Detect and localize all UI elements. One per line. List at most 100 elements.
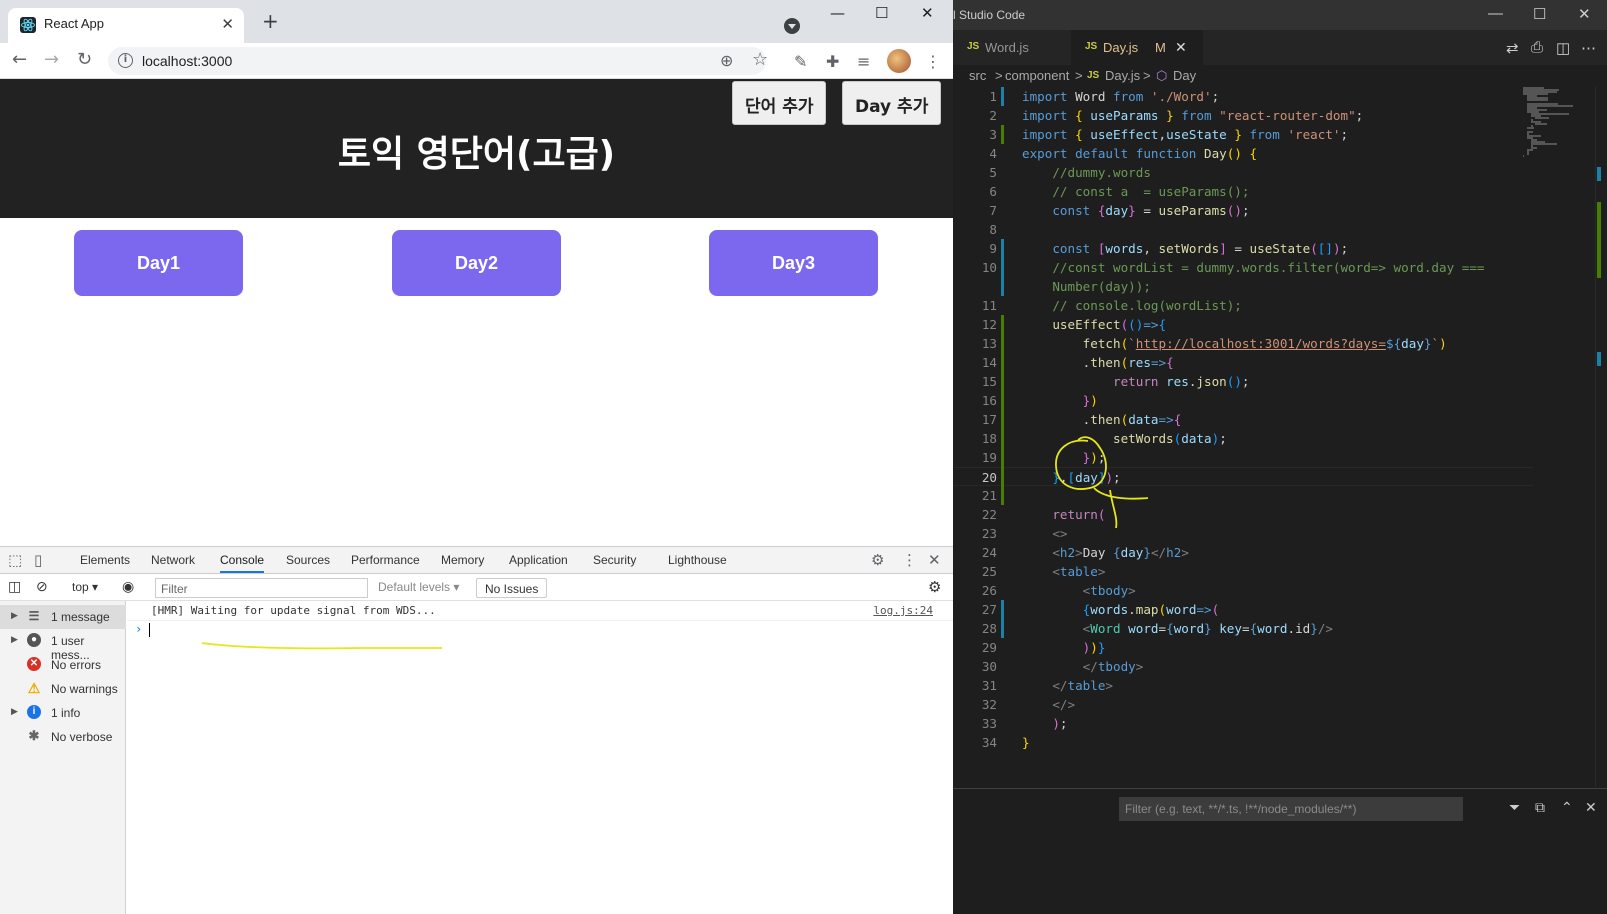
profile-avatar[interactable] [887,49,911,73]
more-options-icon[interactable]: ⋮ [902,551,917,569]
reload-icon[interactable]: ↻ [77,49,92,70]
tab-application[interactable]: Application [509,553,568,567]
code-line[interactable]: 6 // const a = useParams(); [953,182,1533,201]
tab-performance[interactable]: Performance [351,553,420,567]
maximize-button[interactable]: ☐ [1533,5,1546,23]
tab-security[interactable]: Security [593,553,636,567]
breadcrumb-src[interactable]: src [969,68,986,83]
menu-kebab-icon[interactable]: ⋮ [925,52,941,71]
code-line[interactable]: 14 .then(res=>{ [953,353,1533,372]
zoom-icon[interactable]: ⊕ [720,51,733,70]
code-line[interactable]: 12 useEffect(()=>{ [953,315,1533,334]
code-line[interactable]: 21 [953,486,1533,505]
code-line[interactable]: 28 <Word word={word} key={word.id}/> [953,619,1533,638]
back-icon[interactable]: ← [12,49,27,70]
tab-word-js[interactable]: JS Word.js [953,30,1071,65]
minimize-button[interactable]: — [830,4,845,22]
log-levels-dropdown[interactable]: Default levels ▾ [378,580,459,594]
collapse-all-icon[interactable]: ⧉ [1535,799,1545,816]
code-line[interactable]: 9 const [words, setWords] = useState([])… [953,239,1533,258]
minimap[interactable] [1523,87,1603,157]
day-link-1[interactable]: Day1 [74,230,243,296]
extensions-puzzle-icon[interactable]: ✚ [826,52,839,71]
breadcrumb-symbol[interactable]: Day [1173,68,1196,83]
new-tab-button[interactable]: + [262,11,279,31]
url-text[interactable]: localhost:3000 [142,53,232,69]
browser-tab[interactable]: React App ✕ [8,8,244,43]
code-line[interactable]: 22 return( [953,505,1533,524]
more-actions-icon[interactable]: ⋯ [1581,39,1596,57]
sidebar-item-messages[interactable]: ▶ ☰ 1 message [0,605,126,629]
context-selector[interactable]: top ▾ [72,580,98,594]
code-line[interactable]: 2 import { useParams } from "react-router… [953,106,1533,125]
breadcrumb-file[interactable]: Day.js [1105,68,1140,83]
code-line[interactable]: 18 setWords(data); [953,429,1533,448]
sidebar-item-verbose[interactable]: ✱ No verbose [0,725,126,749]
code-line[interactable]: 15 return res.json(); [953,372,1533,391]
sidebar-item-info[interactable]: ▶ i 1 info [0,701,126,725]
code-line[interactable]: 10 //const wordList = dummy.words.filter… [953,258,1533,277]
add-word-button[interactable]: 단어 추가 [732,81,827,125]
code-line[interactable]: 5 //dummy.words [953,163,1533,182]
sidebar-item-user-messages[interactable]: ▶ ● 1 user mess... [0,629,126,662]
add-day-button[interactable]: Day 추가 [842,81,942,125]
code-line[interactable]: 7 const {day} = useParams(); [953,201,1533,220]
console-input[interactable] [149,623,150,637]
print-icon[interactable]: ⎙ [1531,39,1543,56]
inspect-element-icon[interactable]: ⬚ [8,551,22,569]
editor-scrollbar[interactable] [1595,87,1603,787]
forward-icon[interactable]: → [44,49,59,70]
expand-arrow-icon[interactable]: ▶ [11,634,18,645]
tab-lighthouse[interactable]: Lighthouse [668,553,727,567]
tab-console[interactable]: Console [220,553,265,573]
sidebar-toggle-icon[interactable]: ◫ [8,578,21,595]
maximize-panel-icon[interactable]: ⌃ [1561,799,1573,816]
code-line[interactable]: 16 }) [953,391,1533,410]
tab-sources[interactable]: Sources [286,553,330,567]
close-devtools-icon[interactable]: ✕ [928,551,941,569]
settings-gear-icon[interactable]: ⚙ [871,551,884,569]
media-control-icon[interactable]: ≡ [857,52,870,71]
device-toolbar-icon[interactable]: ▯ [34,551,42,569]
minimize-button[interactable]: — [1488,5,1503,22]
tab-day-js[interactable]: JS Day.js M ✕ [1071,30,1203,65]
code-line[interactable]: 32 </> [953,695,1533,714]
code-line[interactable]: 3 import { useEffect,useState } from 'rea… [953,125,1533,144]
code-line[interactable]: 19 }); [953,448,1533,467]
expand-arrow-icon[interactable]: ▶ [11,706,18,717]
day-link-2[interactable]: Day2 [392,230,561,296]
sidebar-item-warnings[interactable]: ⚠ No warnings [0,677,126,701]
code-line[interactable]: 1 import Word from './Word'; [953,87,1533,106]
bookmark-star-icon[interactable]: ☆ [752,49,768,70]
close-tab-icon[interactable]: ✕ [1175,39,1187,56]
close-tab-icon[interactable]: ✕ [221,15,234,33]
live-expression-eye-icon[interactable]: ◉ [122,578,134,595]
code-line[interactable]: 11 // console.log(wordList); [953,296,1533,315]
filter-funnel-icon[interactable]: ⏷ [1509,799,1520,816]
close-window-button[interactable]: ✕ [1578,5,1591,23]
close-panel-icon[interactable]: ✕ [1585,799,1597,816]
console-settings-icon[interactable]: ⚙ [928,578,941,596]
code-line[interactable]: 17 .then(data=>{ [953,410,1533,429]
code-line[interactable]: 34} [953,733,1533,752]
log-source-link[interactable]: log.js:24 [873,604,933,617]
code-line[interactable]: 13 fetch(`http://localhost:3001/words?da… [953,334,1533,353]
site-info-icon[interactable]: i [118,53,133,68]
code-line[interactable]: 25 <table> [953,562,1533,581]
code-line[interactable]: 8 [953,220,1533,239]
panel-filter-input[interactable]: Filter (e.g. text, **/*.ts, !**/node_mod… [1119,797,1463,821]
console-filter-input[interactable]: Filter [155,578,368,598]
code-line[interactable]: 23 <> [953,524,1533,543]
address-bar[interactable]: i localhost:3000 ⊕ ☆ [108,47,768,75]
code-line[interactable]: 31 </table> [953,676,1533,695]
clear-console-icon[interactable]: ⊘ [36,578,48,595]
code-line[interactable]: 26 <tbody> [953,581,1533,600]
close-window-button[interactable]: ✕ [921,4,934,22]
sidebar-item-errors[interactable]: ✕ No errors [0,653,126,677]
code-line[interactable]: 24 <h2>Day {day}</h2> [953,543,1533,562]
tab-memory[interactable]: Memory [441,553,484,567]
split-editor-icon[interactable]: ◫ [1556,39,1570,57]
code-line[interactable]: Number(day)); [953,277,1533,296]
code-line[interactable]: 30 </tbody> [953,657,1533,676]
code-line[interactable]: 27 {words.map(word=>( [953,600,1533,619]
